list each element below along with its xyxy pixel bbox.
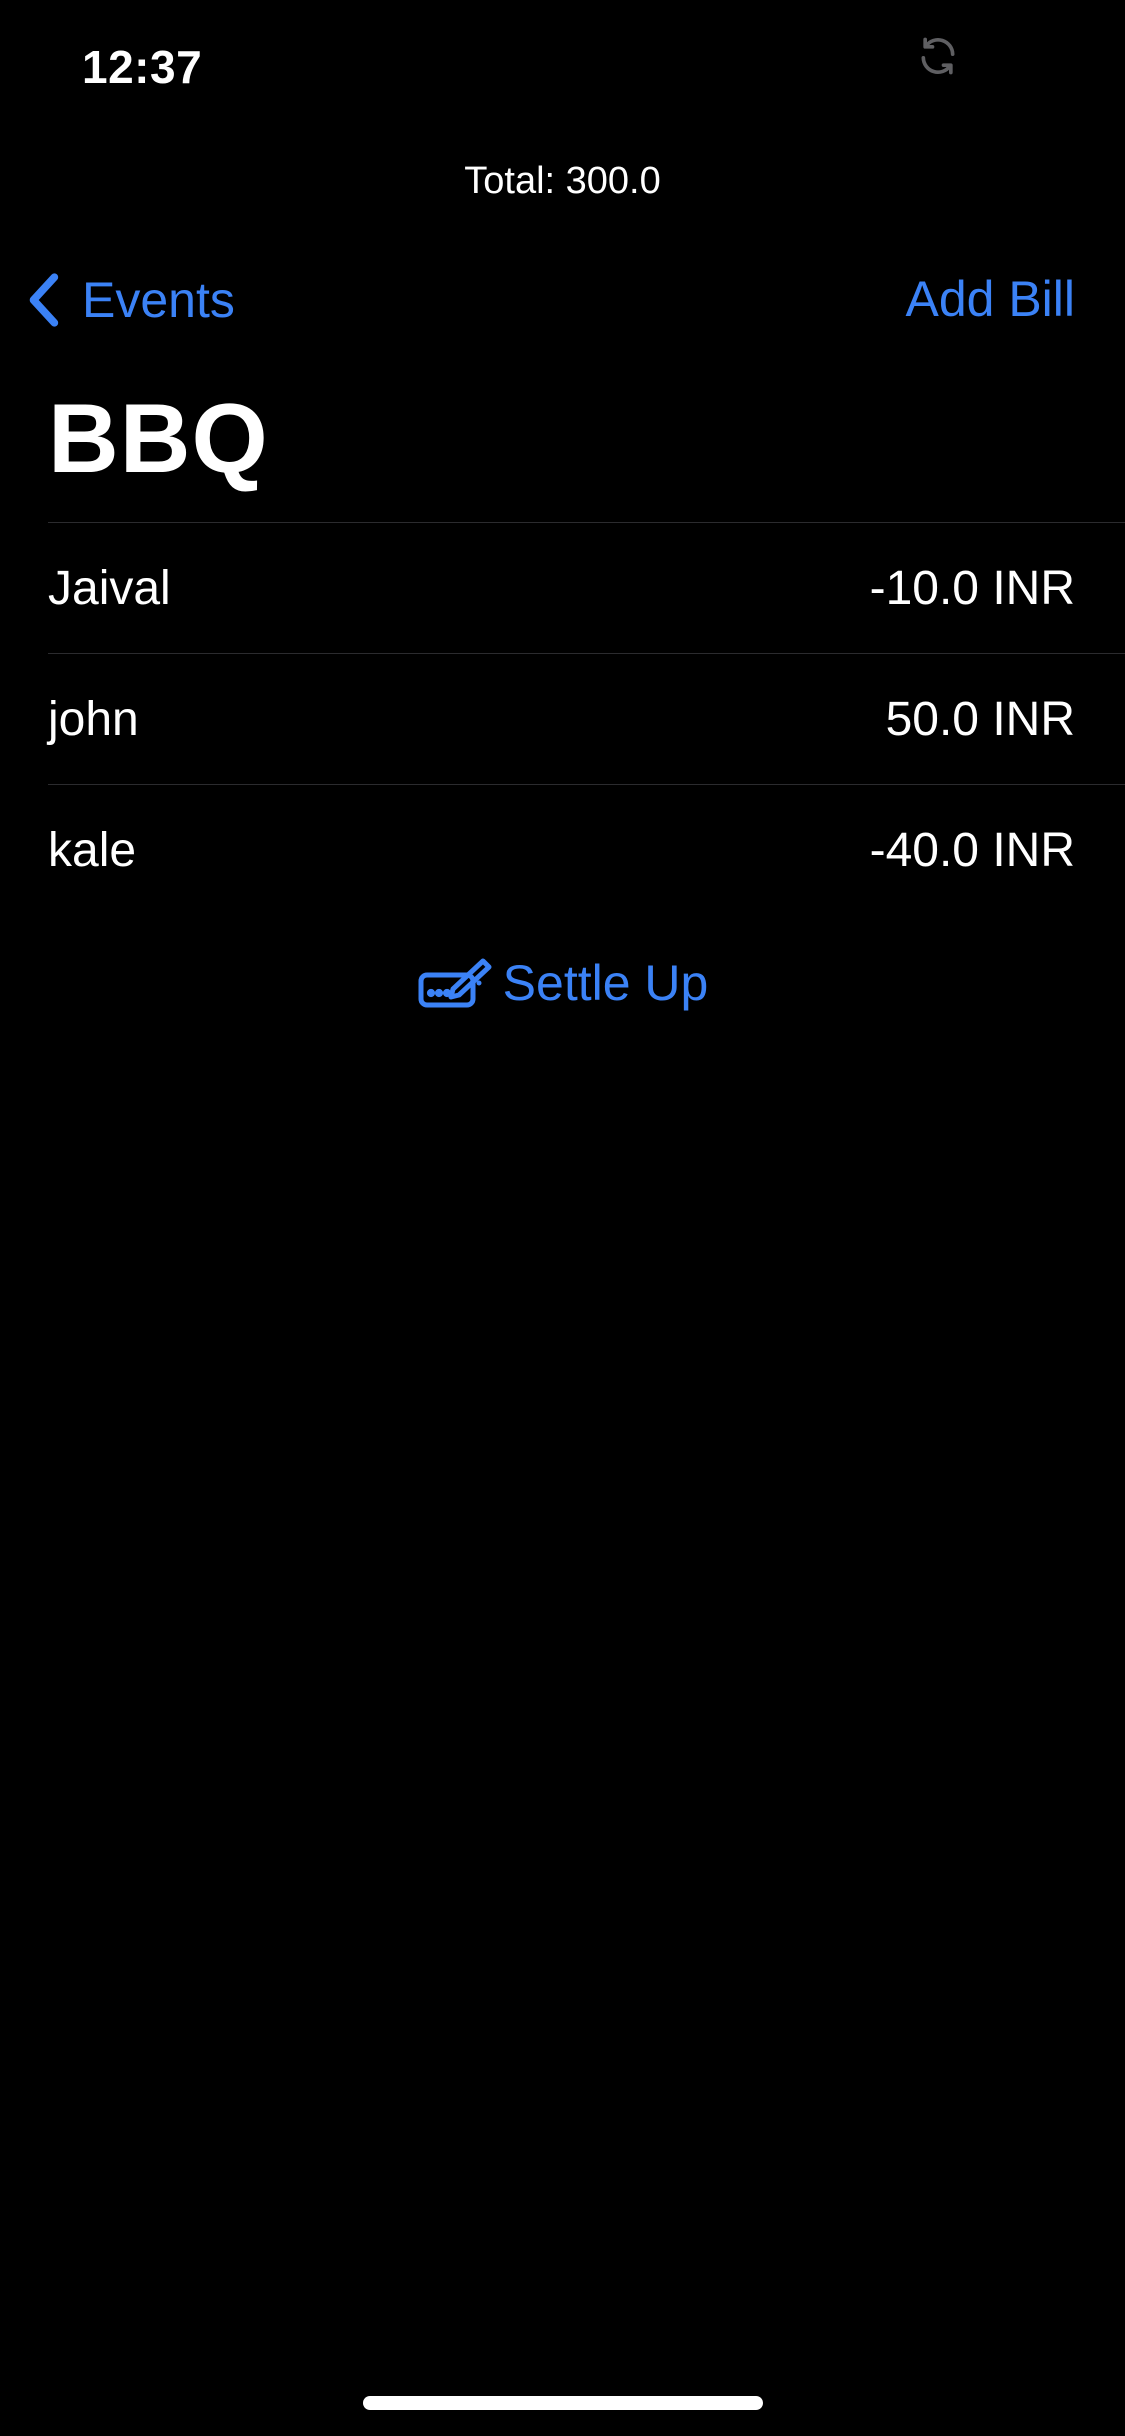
- member-name: john: [48, 692, 139, 746]
- balance-list: Jaival -10.0 INR john 50.0 INR kale -40.…: [48, 522, 1125, 916]
- back-button-events[interactable]: Events: [24, 268, 235, 332]
- sync-icon: [921, 37, 955, 75]
- member-balance: -10.0 INR: [869, 561, 1075, 615]
- settle-up-button[interactable]: Settle Up: [0, 954, 1125, 1012]
- status-time: 12:37: [82, 41, 203, 93]
- member-balance: -40.0 INR: [869, 824, 1075, 877]
- member-balance: 50.0 INR: [885, 692, 1075, 746]
- total-amount: Total: 300.0: [464, 160, 661, 202]
- add-bill-button[interactable]: Add Bill: [905, 270, 1075, 328]
- list-item[interactable]: Jaival -10.0 INR: [48, 522, 1125, 653]
- back-button-label: Events: [82, 272, 235, 328]
- list-item[interactable]: john 50.0 INR: [48, 653, 1125, 784]
- signature-icon: [418, 958, 492, 1008]
- member-name: Jaival: [48, 561, 171, 615]
- page-title: BBQ: [48, 383, 269, 493]
- chevron-left-icon: [29, 273, 59, 327]
- home-indicator: [363, 2396, 763, 2410]
- member-name: kale: [48, 824, 137, 877]
- settle-up-label: Settle Up: [502, 955, 709, 1011]
- list-item[interactable]: kale -40.0 INR: [48, 784, 1125, 916]
